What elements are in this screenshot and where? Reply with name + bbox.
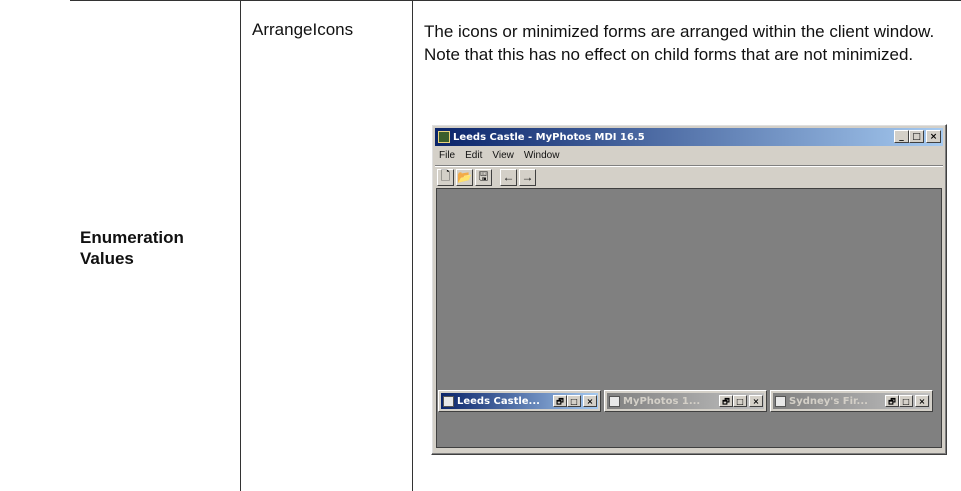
castle-app-icon	[438, 131, 450, 143]
maximize-button[interactable]: □	[899, 395, 913, 407]
table-top-rule	[70, 0, 961, 1]
maximize-button[interactable]: □	[567, 395, 581, 407]
menu-window[interactable]: Window	[520, 150, 566, 161]
minimized-child-3[interactable]: Sydney's Fir... 🗗 □ ×	[770, 390, 933, 412]
maximize-button[interactable]: □	[909, 130, 924, 143]
close-button[interactable]: ×	[915, 395, 929, 407]
menu-bar: File Edit View Window	[435, 147, 943, 164]
restore-button[interactable]: 🗗	[885, 395, 899, 407]
caption-buttons: _ □ ×	[894, 130, 941, 143]
back-arrow-icon[interactable]: ←	[500, 168, 517, 186]
menu-file[interactable]: File	[435, 150, 461, 161]
minimize-button[interactable]: _	[894, 130, 909, 143]
close-button[interactable]: ×	[583, 395, 597, 407]
menu-edit[interactable]: Edit	[461, 150, 488, 161]
restore-button[interactable]: 🗗	[553, 395, 567, 407]
minimized-child-2[interactable]: MyPhotos 1... 🗗 □ ×	[604, 390, 767, 412]
minimized-child-title: MyPhotos 1...	[623, 395, 701, 407]
minimized-child-1[interactable]: Leeds Castle... 🗗 □ ×	[438, 390, 601, 412]
window-title: Leeds Castle - MyPhotos MDI 16.5	[453, 131, 645, 143]
save-icon[interactable]: 🖫	[475, 168, 492, 186]
open-folder-icon[interactable]: 📂	[456, 168, 473, 186]
restore-button[interactable]: 🗗	[719, 395, 733, 407]
enum-value-description: The icons or minimized forms are arrange…	[424, 22, 935, 64]
maximize-button[interactable]: □	[733, 395, 747, 407]
column-divider-1	[240, 1, 241, 491]
minimized-child-title: Leeds Castle...	[457, 395, 540, 407]
forward-arrow-icon[interactable]: →	[519, 168, 536, 186]
close-button[interactable]: ×	[749, 395, 763, 407]
photo-album-icon	[443, 395, 454, 407]
toolbar: 🗋 📂 🖫 ← →	[435, 165, 943, 188]
column-divider-2	[412, 1, 413, 491]
photo-album-icon	[775, 395, 786, 407]
photo-album-icon	[609, 395, 620, 407]
close-button[interactable]: ×	[926, 130, 941, 143]
enum-value-name: ArrangeIcons	[252, 20, 354, 39]
mdi-window-screenshot: Leeds Castle - MyPhotos MDI 16.5 _ □ × F…	[431, 124, 947, 455]
minimized-child-title: Sydney's Fir...	[789, 395, 868, 407]
new-document-icon[interactable]: 🗋	[437, 168, 454, 186]
window-titlebar: Leeds Castle - MyPhotos MDI 16.5 _ □ ×	[435, 128, 943, 146]
row-label: Enumeration Values	[80, 228, 184, 268]
menu-view[interactable]: View	[488, 150, 520, 161]
